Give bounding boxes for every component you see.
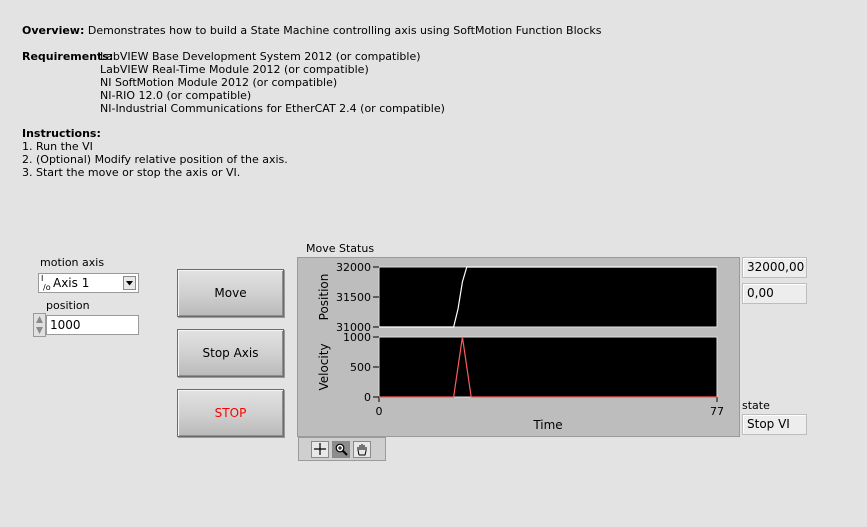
stop-axis-button[interactable]: Stop Axis — [177, 329, 284, 377]
state-indicator: Stop VI — [742, 414, 807, 435]
position-label: position — [46, 299, 90, 312]
x-tick-label: 77 — [710, 405, 724, 418]
x-tick-label: 0 — [376, 405, 383, 418]
y-tick-label: 32000 — [336, 261, 371, 274]
y-tick-label: 500 — [350, 361, 371, 374]
instructions-block: Instructions: 1. Run the VI 2. (Optional… — [22, 127, 288, 179]
position-plot: 320003150031000Position — [317, 261, 718, 334]
y-axis-label: Position — [317, 274, 331, 321]
crosshair-icon[interactable] — [311, 440, 329, 458]
overview-text: Demonstrates how to build a State Machin… — [87, 24, 602, 37]
motion-axis-selector[interactable]: I /o Axis 1 — [38, 273, 139, 293]
graph-palette — [298, 437, 386, 461]
position-readout: 32000,00 — [742, 257, 807, 278]
instruction-step: 2. (Optional) Modify relative position o… — [22, 153, 288, 166]
plot-area — [378, 266, 718, 328]
y-tick-label: 1000 — [343, 331, 371, 344]
y-tick-label: 31500 — [336, 291, 371, 304]
dropdown-arrow-icon[interactable] — [123, 276, 136, 290]
move-status-chart[interactable]: 320003150031000Position 10005000Velocity… — [297, 257, 740, 437]
y-tick-label: 0 — [364, 391, 371, 404]
motion-axis-value: Axis 1 — [53, 276, 90, 290]
position-stepper[interactable] — [33, 313, 46, 337]
move-button[interactable]: Move — [177, 269, 284, 317]
requirement-item: NI-Industrial Communications for EtherCA… — [100, 102, 445, 115]
velocity-plot: 1000 500 0 Velocity 0 77 Time — [317, 331, 724, 432]
stepper-arrows-icon — [36, 316, 43, 334]
requirement-item: NI-RIO 12.0 (or compatible) — [100, 89, 252, 102]
stop-button[interactable]: STOP — [177, 389, 284, 437]
overview-line: Overview: Demonstrates how to build a St… — [22, 24, 602, 37]
requirement-item: LabVIEW Real-Time Module 2012 (or compat… — [100, 63, 369, 76]
zoom-icon[interactable] — [332, 440, 350, 458]
instructions-label: Instructions: — [22, 127, 101, 140]
requirement-item: LabVIEW Base Development System 2012 (or… — [100, 50, 421, 63]
x-axis-label: Time — [532, 418, 562, 432]
state-label: state — [742, 399, 770, 412]
move-status-label: Move Status — [306, 242, 375, 255]
velocity-readout: 0,00 — [742, 283, 807, 304]
plot-area — [378, 336, 718, 398]
y-axis-label: Velocity — [317, 343, 331, 390]
instruction-step: 3. Start the move or stop the axis or VI… — [22, 166, 241, 179]
instruction-step: 1. Run the VI — [22, 140, 93, 153]
requirements-list: LabVIEW Base Development System 2012 (or… — [100, 50, 445, 115]
requirement-item: NI SoftMotion Module 2012 (or compatible… — [100, 76, 338, 89]
overview-label: Overview: — [22, 24, 85, 37]
io-name-icon: I /o — [41, 274, 51, 292]
hand-pan-icon[interactable] — [353, 440, 371, 458]
motion-axis-label: motion axis — [40, 256, 105, 269]
position-input[interactable]: 1000 — [46, 315, 139, 335]
